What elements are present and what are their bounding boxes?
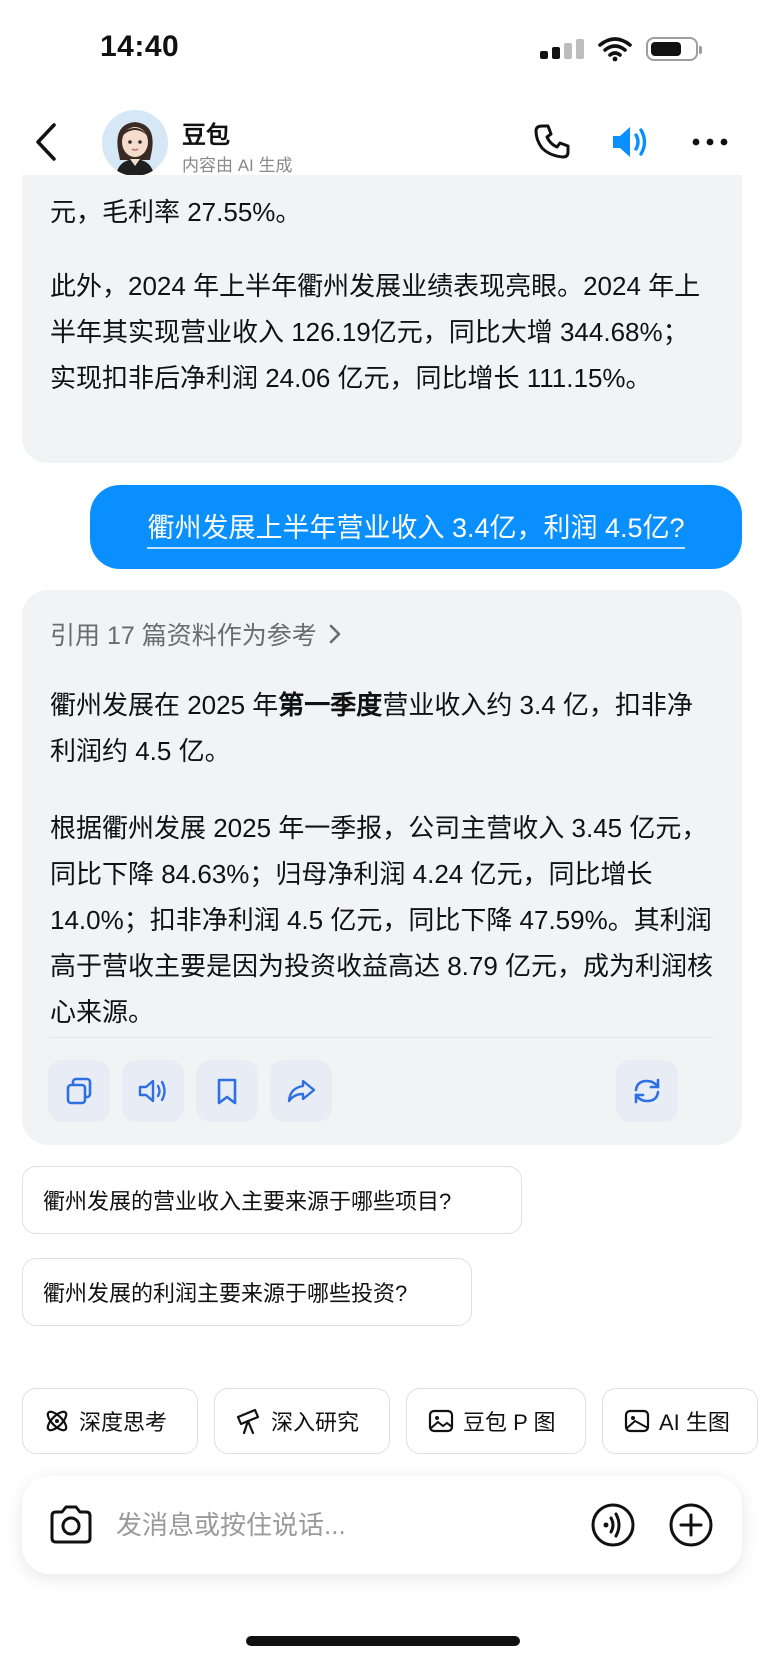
tool-label: 深度思考 — [79, 1410, 168, 1435]
call-button[interactable] — [530, 120, 574, 164]
camera-icon — [50, 1505, 92, 1544]
voice-input-button[interactable] — [590, 1502, 636, 1548]
speaker-icon — [613, 127, 647, 157]
phone-icon — [534, 124, 570, 159]
voice-playback-button[interactable] — [608, 120, 652, 164]
message-text: 衢州发展在 2025 年 — [50, 690, 279, 720]
tool-deep-research[interactable]: 深入研究 — [214, 1388, 390, 1454]
message-composer — [22, 1476, 742, 1574]
share-icon — [287, 1079, 316, 1103]
battery-icon — [646, 37, 702, 61]
bot-name: 豆包 — [182, 122, 230, 149]
message-bold-text: 第一季度 — [278, 690, 383, 720]
share-button[interactable] — [270, 1060, 332, 1122]
bookmark-icon — [217, 1078, 237, 1105]
message-input[interactable] — [116, 1500, 576, 1550]
cellular-signal-icon — [540, 39, 584, 59]
chevron-right-icon — [329, 624, 341, 644]
chat-header: 豆包 内容由 AI 生成 — [0, 105, 768, 185]
status-bar: 14:40 — [0, 0, 768, 100]
copy-button[interactable] — [48, 1060, 110, 1122]
regenerate-button[interactable] — [616, 1060, 678, 1122]
speaker-icon — [138, 1079, 166, 1103]
status-time: 14:40 — [100, 30, 180, 63]
voice-wave-icon — [591, 1503, 635, 1547]
ai-message-previous: 元，毛利率 27.55%。 此外，2024 年上半年衢州发展业绩表现亮眼。202… — [22, 175, 742, 463]
user-message-text: 衢州发展上半年营业收入 3.4亿，利润 4.5亿? — [147, 506, 685, 549]
avatar[interactable] — [102, 110, 168, 176]
suggested-question[interactable]: 衢州发展的利润主要来源于哪些投资? — [22, 1258, 472, 1326]
references-link[interactable]: 引用 17 篇资料作为参考 — [50, 616, 343, 652]
tool-photo-edit[interactable]: 豆包 P 图 — [406, 1388, 586, 1454]
wifi-icon — [598, 37, 632, 62]
tool-label: 豆包 P 图 — [463, 1410, 556, 1435]
message-text: 此外，2024 年上半年衢州发展业绩表现亮眼。2024 年上半年其实现营业收入 … — [50, 271, 701, 393]
user-message[interactable]: 衢州发展上半年营业收入 3.4亿，利润 4.5亿? — [90, 485, 742, 569]
message-text: 元，毛利率 27.55%。 — [50, 197, 302, 227]
suggested-question[interactable]: 衢州发展的营业收入主要来源于哪些项目? — [22, 1166, 522, 1234]
image-edit-icon — [428, 1409, 454, 1433]
tool-label: 深入研究 — [271, 1410, 360, 1435]
divider — [50, 1037, 714, 1038]
home-indicator — [246, 1636, 520, 1646]
tool-label: AI 生图 — [659, 1410, 730, 1435]
back-button[interactable] — [28, 117, 68, 167]
references-label: 引用 17 篇资料作为参考 — [50, 622, 317, 650]
ai-message-reply: 引用 17 篇资料作为参考 衢州发展在 2025 年第一季度营业收入约 3.4 … — [22, 590, 742, 1145]
copy-icon — [66, 1077, 92, 1105]
message-paragraph: 根据衢州发展 2025 年一季报，公司主营收入 3.45 亿元，同比下降 84.… — [50, 813, 714, 1027]
read-aloud-button[interactable] — [122, 1060, 184, 1122]
telescope-icon — [236, 1408, 260, 1435]
plus-circle-icon — [669, 1503, 713, 1547]
status-icons — [540, 36, 702, 62]
bookmark-button[interactable] — [196, 1060, 258, 1122]
more-icon — [692, 138, 728, 146]
ai-disclaimer: 内容由 AI 生成 — [182, 156, 293, 175]
message-paragraph: 衢州发展在 2025 年第一季度营业收入约 3.4 亿，扣非净利润约 4.5 亿… — [22, 682, 742, 774]
more-options-button[interactable] — [688, 120, 732, 164]
camera-button[interactable] — [48, 1504, 94, 1546]
add-attachment-button[interactable] — [668, 1502, 714, 1548]
image-icon — [624, 1409, 650, 1433]
tool-ai-image[interactable]: AI 生图 — [602, 1388, 758, 1454]
atom-icon — [46, 1410, 68, 1432]
tool-deep-thinking[interactable]: 深度思考 — [22, 1388, 198, 1454]
refresh-icon — [634, 1078, 660, 1104]
chevron-left-icon — [36, 123, 56, 161]
